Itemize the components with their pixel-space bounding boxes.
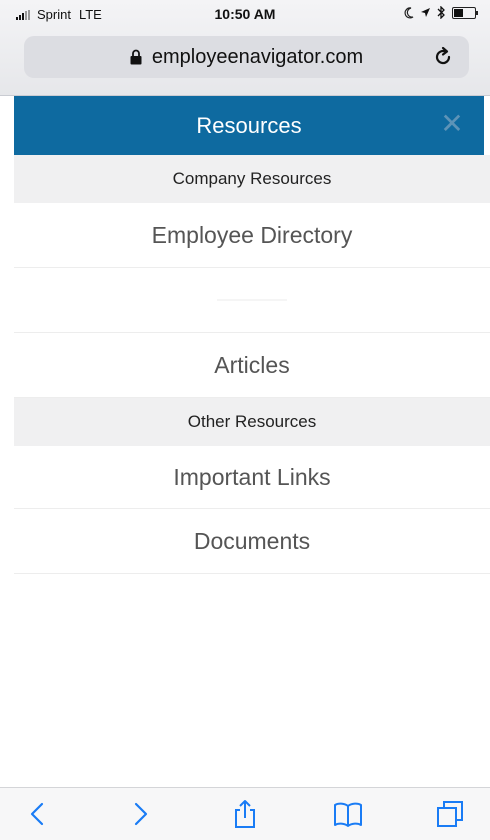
browser-toolbar <box>0 787 490 840</box>
menu-item-blank[interactable] <box>14 268 490 333</box>
bookmarks-icon[interactable] <box>332 798 364 830</box>
battery-icon <box>452 6 478 19</box>
menu-item-important-links[interactable]: Important Links <box>14 446 490 509</box>
menu-item-articles[interactable]: Articles <box>14 333 490 398</box>
forward-icon[interactable] <box>124 798 156 830</box>
moon-icon <box>404 6 414 18</box>
section-header-company-resources: Company Resources <box>14 155 490 203</box>
url-text: employeenavigator.com <box>151 45 364 68</box>
url-bar[interactable]: employeenavigator.com <box>24 36 469 78</box>
location-arrow-icon <box>421 8 430 17</box>
blank-item-placeholder <box>217 299 287 301</box>
reload-icon[interactable] <box>431 45 455 69</box>
page-title: Resources <box>196 112 302 138</box>
status-bar: Sprint LTE 10:50 AM <box>0 0 490 30</box>
resources-menu: Company Resources Employee Directory Art… <box>14 155 490 574</box>
browser-chrome: Sprint LTE 10:50 AM employeenavigator.co… <box>0 0 490 96</box>
back-icon[interactable] <box>22 798 54 830</box>
page-header: Resources ✕ <box>14 96 484 155</box>
lock-icon <box>130 49 142 65</box>
section-header-other-resources: Other Resources <box>14 398 490 446</box>
tabs-icon[interactable] <box>434 798 466 830</box>
bluetooth-icon <box>437 6 445 19</box>
url-display[interactable]: employeenavigator.com <box>130 46 363 69</box>
menu-item-employee-directory[interactable]: Employee Directory <box>14 203 490 268</box>
status-right <box>404 6 478 19</box>
close-icon[interactable]: ✕ <box>438 110 466 138</box>
menu-item-documents[interactable]: Documents <box>14 509 490 574</box>
share-icon[interactable] <box>229 798 261 830</box>
